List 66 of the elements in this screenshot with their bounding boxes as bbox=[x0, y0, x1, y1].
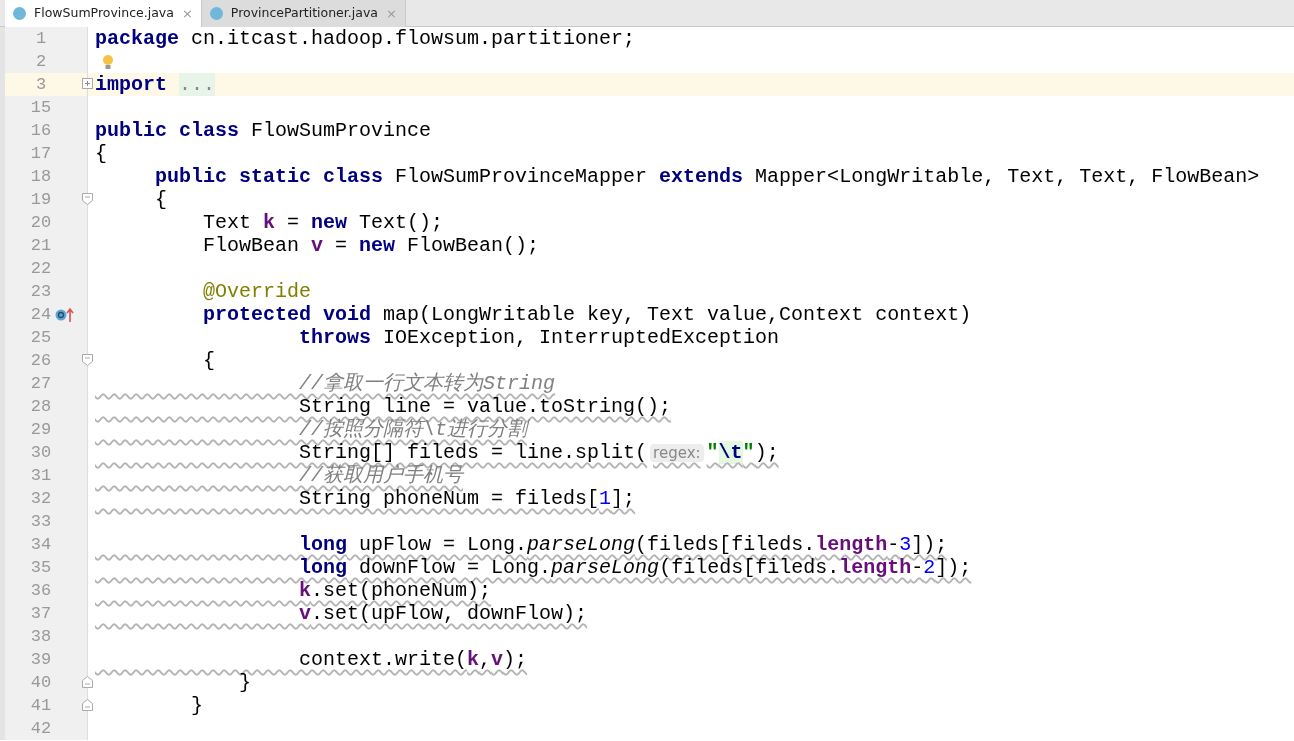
collapse-fold-icon bbox=[82, 676, 93, 688]
file-tab[interactable]: FlowSumProvince.java × bbox=[5, 0, 202, 27]
code-line: long upFlow = Long.parseLong(fileds[fileds.length-3]); bbox=[298, 533, 948, 556]
line-number: 26 bbox=[29, 350, 53, 372]
collapse-fold-icon bbox=[82, 193, 93, 205]
line-number: 23 bbox=[29, 281, 53, 303]
class-file-icon bbox=[13, 7, 26, 20]
line-number: 41 bbox=[29, 695, 53, 717]
code-line: //获取用户手机号 bbox=[298, 464, 464, 487]
line-number: 39 bbox=[29, 649, 53, 671]
code-line: public static class FlowSumProvinceMapper extends Mapper<LongWritable, Text, Text, FlowBean> bbox=[154, 165, 1260, 188]
line-number: 2 bbox=[34, 51, 48, 73]
collapse-fold-icon bbox=[82, 699, 93, 711]
line-number: 15 bbox=[29, 97, 53, 119]
line-number: 31 bbox=[29, 465, 53, 487]
line-number: 16 bbox=[29, 120, 53, 142]
line-number: 20 bbox=[29, 212, 53, 234]
line-number: 17 bbox=[29, 143, 53, 165]
code-line: long downFlow = Long.parseLong(fileds[fileds.length-2]); bbox=[298, 556, 972, 579]
line-number: 33 bbox=[29, 511, 53, 533]
line-number: 35 bbox=[29, 557, 53, 579]
line-number: 40 bbox=[29, 672, 53, 694]
code-line: protected void map(LongWritable key, Text value,Context context) bbox=[202, 303, 972, 326]
override-method-icon bbox=[55, 307, 75, 323]
code-line: throws IOException, InterruptedException bbox=[298, 326, 780, 349]
line-number: 36 bbox=[29, 580, 53, 602]
expand-fold-icon bbox=[82, 78, 93, 90]
line-number: 29 bbox=[29, 419, 53, 441]
line-number: 19 bbox=[29, 189, 53, 211]
line-number: 22 bbox=[29, 258, 53, 280]
code-line: public class FlowSumProvince bbox=[94, 119, 432, 142]
line-number: 21 bbox=[29, 235, 53, 257]
line-number: 38 bbox=[29, 626, 53, 648]
code-line: v.set(upFlow, downFlow); bbox=[298, 602, 588, 625]
code-line: //按照分隔符\t进行分割 bbox=[298, 418, 528, 441]
code-line: Text k = new Text(); bbox=[202, 211, 444, 234]
collapse-fold-icon bbox=[82, 354, 93, 366]
code-line: { bbox=[94, 142, 107, 165]
line-number: 42 bbox=[29, 718, 53, 740]
code-line: String[] fileds = line.split( regex: "\t"); bbox=[298, 441, 779, 464]
line-number: 27 bbox=[29, 373, 53, 395]
line-number: 30 bbox=[29, 442, 53, 464]
line-number: 3 bbox=[34, 74, 48, 96]
line-number: 34 bbox=[29, 534, 53, 556]
line-number: 1 bbox=[34, 28, 48, 50]
code-line: context.write(k,v); bbox=[298, 648, 528, 671]
code-line: { bbox=[154, 188, 167, 211]
file-tab[interactable]: ProvincePartitioner.java × bbox=[201, 0, 406, 27]
line-number: 32 bbox=[29, 488, 53, 510]
lightbulb-icon bbox=[102, 52, 114, 71]
code-line: } bbox=[190, 694, 204, 717]
code-line: { bbox=[202, 349, 216, 372]
code-line: String line = value.toString(); bbox=[298, 395, 672, 418]
code-line: } bbox=[238, 671, 252, 694]
code-line: k.set(phoneNum); bbox=[298, 579, 492, 602]
line-number: 24 bbox=[29, 304, 53, 326]
line-number: 18 bbox=[29, 166, 53, 188]
line-number: 37 bbox=[29, 603, 53, 625]
class-file-icon bbox=[209, 7, 223, 20]
line-number: 28 bbox=[29, 396, 53, 418]
code-line: package cn.itcast.hadoop.flowsum.partitioner; bbox=[94, 27, 636, 50]
code-line: FlowBean v = new FlowBean(); bbox=[202, 234, 540, 257]
code-line: //拿取一行文本转为String bbox=[298, 372, 556, 395]
code-line: @Override bbox=[202, 280, 312, 303]
code-line: String phoneNum = fileds[1]; bbox=[298, 487, 636, 510]
line-number: 25 bbox=[29, 327, 53, 349]
